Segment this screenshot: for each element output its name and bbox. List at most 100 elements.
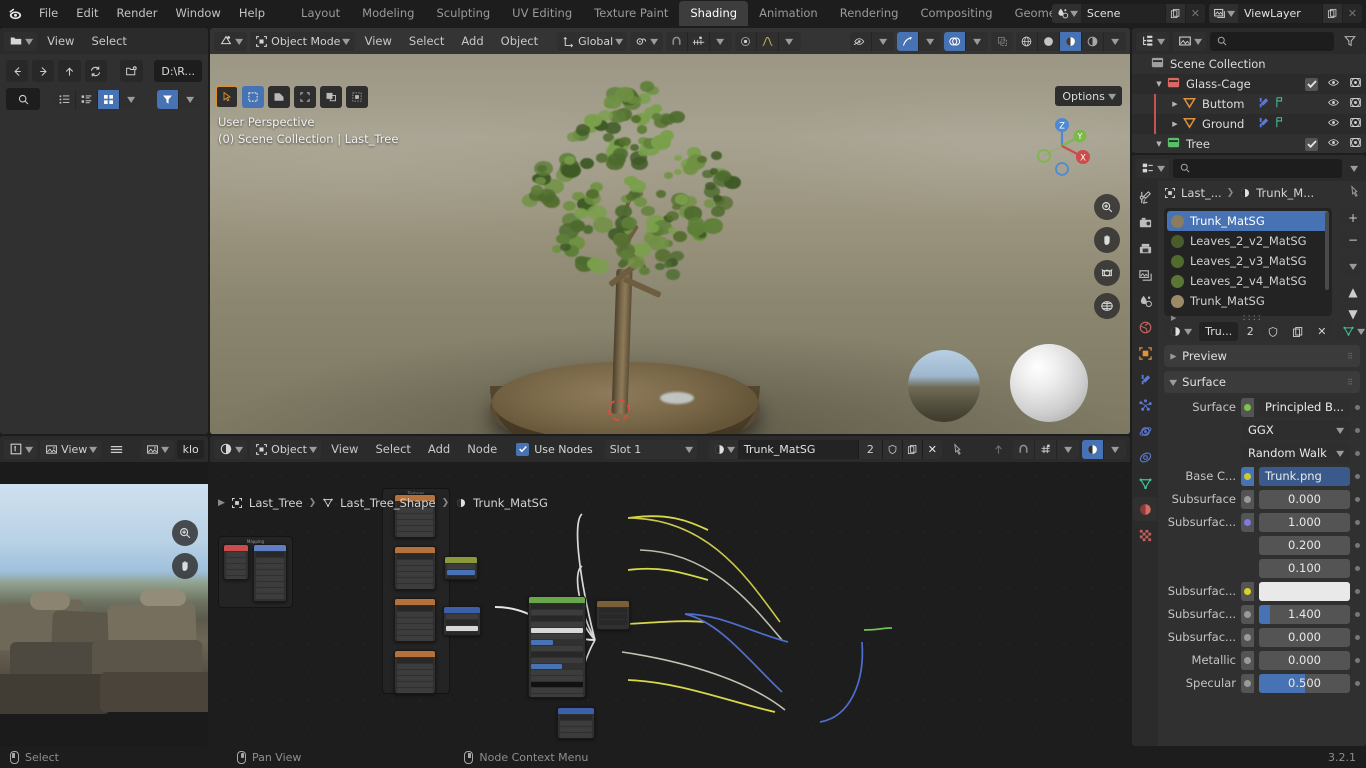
material-slot-dropdown[interactable]: Slot 1▼	[605, 440, 697, 459]
animate-property-dot[interactable]	[1355, 497, 1360, 502]
top-menu-help[interactable]: Help	[230, 3, 274, 23]
parent-arrow-icon[interactable]	[58, 60, 80, 82]
new-viewlayer-button[interactable]	[1322, 4, 1342, 23]
grid-icon[interactable]	[1094, 293, 1120, 319]
panel-preview[interactable]: ▼ Preview ⠿	[1164, 345, 1360, 367]
workspace-tab-compositing[interactable]: Compositing	[909, 1, 1003, 26]
wireframe-icon[interactable]	[1016, 32, 1038, 51]
render-icon[interactable]	[1133, 211, 1157, 235]
image-view-menu-button[interactable]: View▼	[40, 440, 101, 459]
shader-preview-chevron-icon[interactable]: ▼	[1104, 440, 1126, 459]
viewport-editor-type-button[interactable]: ▼	[214, 32, 247, 51]
top-menu-window[interactable]: Window	[166, 3, 229, 23]
back-arrow-icon[interactable]	[6, 60, 28, 82]
scene-name-field[interactable]: Scene	[1081, 4, 1165, 23]
workspace-tab-rendering[interactable]: Rendering	[829, 1, 910, 26]
property-value[interactable]: 0.000	[1259, 490, 1350, 509]
viewlayer-name-field[interactable]: ViewLayer	[1238, 4, 1322, 23]
outliner-row[interactable]: ▼Glass-Cage	[1132, 74, 1366, 94]
animate-property-dot[interactable]	[1355, 612, 1360, 617]
file-path-field[interactable]: D:\R...	[154, 60, 202, 82]
node-mapping[interactable]	[253, 544, 287, 602]
mesh-data-icon[interactable]	[1275, 97, 1285, 111]
workspace-tab-shading[interactable]: Shading	[679, 1, 748, 26]
property-value[interactable]: 0.500	[1259, 674, 1350, 693]
rendered-icon[interactable]	[1082, 32, 1104, 51]
shader-menu-node[interactable]: Node	[460, 440, 504, 458]
chevron-down-icon[interactable]: ▼	[1152, 140, 1166, 148]
blender-logo-icon[interactable]	[0, 5, 30, 22]
properties-editor-type-button[interactable]: ▼	[1136, 159, 1169, 178]
detail-list-icon[interactable]	[76, 90, 98, 109]
property-value[interactable]: 0.100	[1259, 559, 1350, 578]
node-socket[interactable]	[1241, 651, 1254, 670]
node-image-texture-3[interactable]	[394, 598, 436, 642]
property-value[interactable]: 0.000	[1259, 651, 1350, 670]
hide-eye-icon[interactable]	[1327, 76, 1340, 92]
breadcrumb-object-label[interactable]: Last_Tree	[249, 496, 303, 510]
workspace-tab-sculpting[interactable]: Sculpting	[425, 1, 501, 26]
file-menu-view[interactable]: View	[40, 32, 81, 50]
image-datablock-icon[interactable]: ▼	[141, 440, 173, 459]
animate-property-dot[interactable]	[1355, 428, 1360, 433]
exclude-checkbox[interactable]	[1305, 138, 1318, 151]
pin-icon[interactable]	[1347, 185, 1360, 201]
chevron-right-icon[interactable]: ▶	[1168, 120, 1182, 128]
modifier-icon[interactable]	[1256, 115, 1271, 133]
scene-datablock[interactable]: ▼ Scene ✕	[1052, 4, 1205, 23]
tweak-tool-icon[interactable]	[216, 86, 238, 108]
node-socket[interactable]	[1241, 467, 1254, 486]
shader-material-name-field[interactable]: Trunk_MatSG	[738, 440, 858, 459]
select-circle-icon[interactable]	[320, 86, 342, 108]
outliner-row[interactable]: ▼Tree	[1132, 134, 1366, 153]
plus-icon[interactable]: +	[1342, 208, 1364, 228]
top-menu-render[interactable]: Render	[108, 3, 167, 23]
particles-icon[interactable]	[1133, 393, 1157, 417]
animate-property-dot[interactable]	[1355, 635, 1360, 640]
transform-orientation-dropdown[interactable]: Global▼	[557, 32, 627, 51]
property-value[interactable]: Principled B...	[1259, 398, 1350, 417]
node-invert[interactable]	[444, 556, 478, 580]
falloff-chevron-icon[interactable]: ▼	[779, 32, 801, 51]
property-value[interactable]: 0.000	[1259, 628, 1350, 647]
file-menu-select[interactable]: Select	[84, 32, 133, 50]
minus-icon[interactable]: −	[1342, 230, 1364, 250]
shader-editor-type-button[interactable]: ▼	[214, 440, 247, 459]
mesh-data-icon[interactable]: ▼	[1337, 322, 1366, 341]
chevron-right-icon[interactable]: ▶	[1168, 100, 1182, 108]
disable-render-icon[interactable]	[1349, 76, 1362, 92]
animate-property-dot[interactable]	[1355, 589, 1360, 594]
node-socket[interactable]	[1241, 513, 1254, 532]
property-dropdown[interactable]: Random Walk▼	[1241, 444, 1350, 463]
hamburger-icon[interactable]	[104, 440, 129, 459]
magnet-icon[interactable]	[1013, 440, 1035, 459]
material-icon[interactable]: ▼	[709, 440, 738, 459]
list-icon[interactable]	[54, 90, 76, 109]
workspace-tab-texture-paint[interactable]: Texture Paint	[583, 1, 679, 26]
snap-node-icon[interactable]	[1035, 440, 1057, 459]
world-icon[interactable]	[1133, 315, 1157, 339]
material-slot-list[interactable]: Trunk_MatSGLeaves_2_v2_MatSGLeaves_2_v3_…	[1164, 208, 1332, 316]
chevron-down-icon[interactable]: ▼	[1342, 256, 1364, 276]
proportional-edit-icon[interactable]	[735, 32, 757, 51]
viewport-menu-object[interactable]: Object	[494, 32, 545, 50]
material-icon[interactable]	[1133, 497, 1157, 521]
material-list-scrollbar[interactable]	[1325, 212, 1329, 290]
down-arrow-icon[interactable]: ▼	[1342, 304, 1364, 324]
node-socket[interactable]	[1241, 605, 1254, 624]
viewport-menu-select[interactable]: Select	[402, 32, 451, 50]
viewlayer-icon[interactable]: ▼	[1209, 4, 1238, 23]
property-value[interactable]: 1.000	[1259, 513, 1350, 532]
camera-icon[interactable]	[1094, 260, 1120, 286]
mesh-data-icon[interactable]	[1275, 117, 1285, 131]
magnet-icon[interactable]	[666, 32, 688, 51]
search-icon[interactable]	[6, 88, 40, 110]
hide-eye-icon[interactable]	[1327, 136, 1340, 152]
node-socket[interactable]	[1241, 582, 1254, 601]
delete-viewlayer-button[interactable]: ✕	[1342, 4, 1362, 23]
tool-icon[interactable]	[1133, 185, 1157, 209]
hand-icon[interactable]	[172, 553, 198, 579]
duplicate-icon[interactable]	[902, 440, 922, 459]
navigation-gizmo[interactable]: Z Y X	[1028, 112, 1096, 180]
property-value[interactable]: 0.200	[1259, 536, 1350, 555]
